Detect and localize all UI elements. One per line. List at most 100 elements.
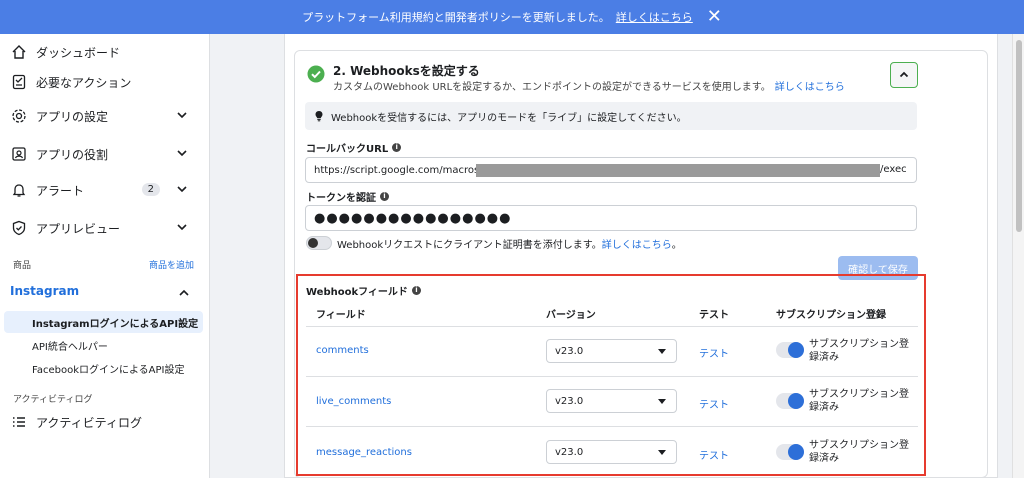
subscription-toggle[interactable] [776, 444, 804, 460]
check-circle-icon [307, 65, 325, 83]
version-select[interactable]: v23.0 [546, 339, 677, 363]
sidebar-subitem-label: API統合ヘルパー [32, 341, 108, 353]
subscription-status: サブスクリプション登録済み [809, 440, 909, 464]
client-cert-toggle[interactable] [306, 236, 332, 250]
step-description-text: カスタムのWebhook URLを設定するか、エンドポイントの設定ができるサービ… [333, 82, 771, 93]
sidebar-subitem-facebook-login-api[interactable]: FacebookログインによるAPI設定 [4, 357, 203, 379]
caret-down-icon [658, 450, 666, 455]
callback-url-prefix: https://script.google.com/macros/s/ [314, 164, 492, 176]
toggle-knob [788, 342, 804, 358]
verify-token-input[interactable]: ●●●●●●●●●●●●●●●● [305, 205, 917, 231]
client-cert-text: Webhookリクエストにクライアント証明書を添付します。詳しくはこちら。 [337, 236, 682, 251]
info-icon[interactable]: i [380, 192, 389, 201]
sidebar-item-label: アプリの設定 [36, 109, 109, 124]
banner-message: プラットフォーム利用規約と開発者ポリシーを更新しました。 [302, 11, 610, 24]
version-select[interactable]: v23.0 [546, 440, 677, 464]
page-scrollbar[interactable] [1012, 34, 1024, 478]
sidebar-item-dashboard[interactable]: ダッシュボード [0, 36, 210, 68]
scrollbar-thumb[interactable] [1016, 40, 1022, 232]
test-link[interactable]: テスト [699, 447, 729, 462]
sidebar-item-app-settings[interactable]: アプリの設定 [0, 100, 210, 132]
subscription-toggle[interactable] [776, 342, 804, 358]
version-select-value: v23.0 [555, 395, 584, 407]
callback-url-input[interactable]: https://script.google.com/macros/s/ /exe… [305, 157, 917, 183]
column-header-field: フィールド [316, 310, 366, 321]
chevron-down-icon [177, 186, 187, 193]
live-mode-notice-text: Webhookを受信するには、アプリのモードを「ライブ」に設定してください。 [331, 112, 687, 124]
policy-banner: プラットフォーム利用規約と開発者ポリシーを更新しました。 詳しくはこちら ✕ [0, 0, 1024, 34]
chevron-down-icon [177, 224, 187, 231]
test-link[interactable]: テスト [699, 396, 729, 411]
client-cert-learn-more-link[interactable]: 詳しくはこちら [602, 240, 672, 251]
caret-down-icon [658, 349, 666, 354]
caret-down-icon [658, 399, 666, 404]
list-icon [10, 413, 28, 431]
row-divider [306, 376, 918, 377]
lightbulb-icon [315, 111, 323, 122]
sidebar: ダッシュボード 必要なアクション アプリの設定 アプリの役割 アラート 2 アプ… [0, 34, 210, 478]
webhook-field-name[interactable]: comments [316, 345, 369, 356]
sidebar-item-label: アプリレビュー [36, 221, 121, 236]
sidebar-item-label: アプリの役割 [36, 147, 109, 162]
toggle-knob [788, 444, 804, 460]
sidebar-item-alerts[interactable]: アラート 2 [0, 174, 210, 206]
info-icon[interactable]: i [411, 286, 421, 295]
callback-url-label-text: コールバックURL [306, 144, 389, 155]
sidebar-item-label: 必要なアクション [36, 75, 132, 90]
client-cert-end: 。 [671, 240, 682, 251]
sidebar-subitem-label: FacebookログインによるAPI設定 [32, 364, 185, 376]
info-icon[interactable]: i [392, 143, 402, 152]
sidebar-subitem-label: InstagramログインによるAPI設定 [32, 318, 199, 330]
live-mode-notice: Webhookを受信するには、アプリのモードを「ライブ」に設定してください。 [305, 102, 917, 130]
chevron-up-icon[interactable] [178, 287, 190, 299]
sidebar-item-app-roles[interactable]: アプリの役割 [0, 138, 210, 170]
test-link[interactable]: テスト [699, 345, 729, 360]
close-icon[interactable]: ✕ [707, 8, 722, 26]
row-divider [306, 326, 918, 327]
verify-token-value: ●●●●●●●●●●●●●●●● [314, 210, 512, 226]
subscription-toggle[interactable] [776, 393, 804, 409]
chevron-up-icon [899, 71, 909, 78]
column-header-version: バージョン [546, 310, 596, 321]
step-learn-more-link[interactable]: 詳しくはこちら [775, 82, 845, 93]
callback-url-label: コールバックURL i [306, 140, 402, 155]
sidebar-item-activity-log[interactable]: アクティビティログ [0, 406, 210, 438]
version-select-value: v23.0 [555, 446, 584, 458]
webhook-fields-title: Webhookフィールド i [306, 283, 421, 298]
sidebar-item-label: アラート [36, 183, 85, 198]
sidebar-item-instagram[interactable]: Instagram [10, 284, 79, 298]
toggle-knob [788, 393, 804, 409]
version-select-value: v23.0 [555, 345, 584, 357]
bell-icon [10, 181, 28, 199]
subscription-status: サブスクリプション登録済み [809, 389, 909, 413]
home-icon [10, 43, 28, 61]
chevron-down-icon [177, 112, 187, 119]
banner-learn-more-link[interactable]: 詳しくはこちら [616, 9, 693, 25]
webhook-field-name[interactable]: message_reactions [316, 447, 412, 458]
toggle-knob [308, 238, 318, 248]
activity-section-label: アクティビティログ [13, 395, 93, 405]
sidebar-item-app-review[interactable]: アプリレビュー [0, 212, 210, 244]
redacted-block [476, 164, 880, 177]
verify-token-label-text: トークンを認証 [306, 193, 376, 204]
webhook-field-name[interactable]: live_comments [316, 396, 391, 407]
checklist-icon [10, 73, 28, 91]
collapse-step-button[interactable] [890, 62, 918, 88]
step-description: カスタムのWebhook URLを設定するか、エンドポイントの設定ができるサービ… [333, 78, 845, 93]
column-header-test: テスト [699, 310, 729, 321]
subscription-status: サブスクリプション登録済み [809, 339, 909, 363]
column-header-subscription: サブスクリプション登録 [776, 310, 886, 321]
sidebar-subitem-api-helper[interactable]: API統合ヘルパー [4, 334, 203, 356]
sidebar-subitem-instagram-login-api[interactable]: InstagramログインによるAPI設定 [4, 311, 203, 333]
products-section-label: 商品 [13, 261, 32, 271]
verify-token-label: トークンを認証 i [306, 189, 389, 204]
gear-icon [10, 107, 28, 125]
id-card-icon [10, 145, 28, 163]
step-title: 2. Webhooksを設定する [333, 64, 480, 78]
sidebar-item-label: アクティビティログ [36, 415, 142, 430]
add-product-link[interactable]: 商品を追加 [149, 258, 194, 271]
callback-url-suffix: /exec [880, 164, 907, 175]
sidebar-item-required-actions[interactable]: 必要なアクション [0, 66, 210, 98]
alert-count-badge: 2 [141, 183, 160, 196]
version-select[interactable]: v23.0 [546, 389, 677, 413]
